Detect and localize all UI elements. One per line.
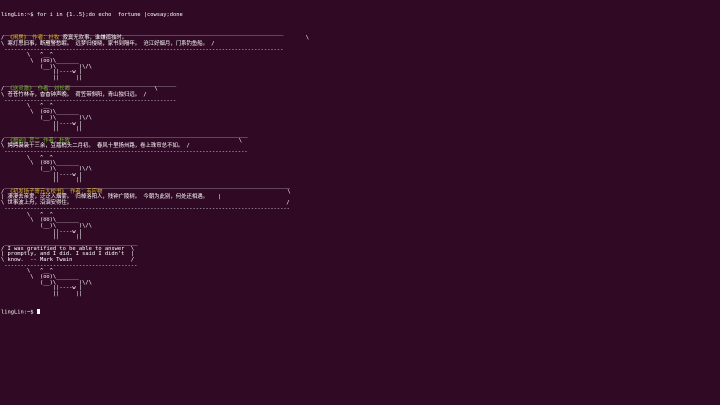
bubble-border: / [208, 40, 215, 47]
cowsay-block: ________________________________________… [1, 30, 720, 82]
command-line: lingLin:~$ for i in {1..5};do echo fortu… [1, 13, 720, 19]
bubble-text: 寒灯思旧事，断雁警愁眠。 远梦归侵晓，家书到隔年。 沧江好烟月，门系钓鱼船。 [7, 40, 209, 47]
shell-command: for i in {1..5};do echo fortune |cowsay;… [36, 12, 183, 19]
shell-prompt: lingLin:~$ [1, 12, 37, 19]
cowsay-block: ________________________________________… [1, 183, 720, 241]
text-cursor [36, 309, 40, 315]
shell-prompt: lingLin:~$ [1, 309, 37, 316]
cow-ascii-art: || || [1, 291, 83, 298]
cowsay-block: ________________________________________… [1, 240, 720, 298]
cowsay-block: ________________________________________… [1, 81, 720, 133]
command-output: ________________________________________… [1, 30, 720, 298]
cowsay-block: ________________________________________… [1, 132, 720, 184]
terminal-window[interactable]: lingLin:~$ for i in {1..5};do echo fortu… [0, 0, 720, 405]
final-prompt-line[interactable]: lingLin:~$ [1, 309, 720, 316]
